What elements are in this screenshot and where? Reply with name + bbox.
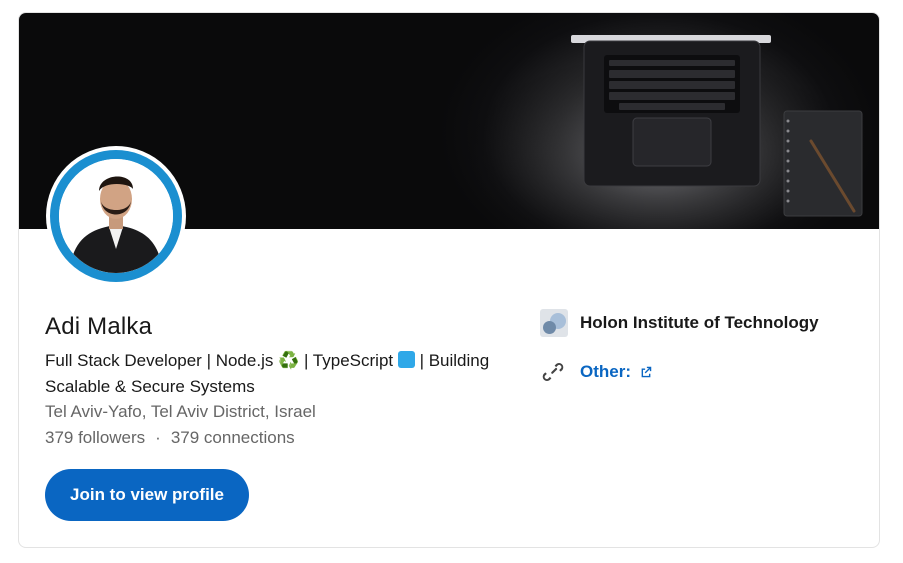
avatar-photo: [59, 159, 173, 273]
headline-text-1: Full Stack Developer | Node.js: [45, 351, 279, 370]
followers-count: 379 followers: [45, 428, 146, 447]
school-logo: [540, 309, 568, 337]
profile-name: Adi Malka: [45, 313, 153, 340]
other-link[interactable]: Other:: [540, 359, 653, 385]
blue-square-icon: [397, 351, 415, 368]
other-link-label[interactable]: Other:: [580, 362, 631, 382]
connections-count: 379 connections: [170, 428, 295, 447]
profile-headline: Full Stack Developer | Node.js ♻️ | Type…: [45, 348, 525, 400]
profile-location: Tel Aviv-Yafo, Tel Aviv District, Israel: [45, 402, 316, 421]
profile-stats: 379 followers · 379 connections: [45, 428, 295, 448]
link-icon: [542, 363, 564, 381]
join-to-view-profile-button[interactable]: Join to view profile: [45, 469, 249, 521]
education-item[interactable]: Holon Institute of Technology: [540, 309, 819, 337]
school-name[interactable]: Holon Institute of Technology: [580, 313, 819, 333]
avatar: [46, 146, 186, 286]
stats-separator: ·: [155, 428, 161, 447]
external-link-icon[interactable]: [639, 365, 653, 379]
profile-card: Adi Malka Full Stack Developer | Node.js…: [18, 12, 880, 548]
recycle-icon: ♻️: [278, 351, 300, 370]
headline-text-2: | TypeScript: [299, 351, 398, 370]
